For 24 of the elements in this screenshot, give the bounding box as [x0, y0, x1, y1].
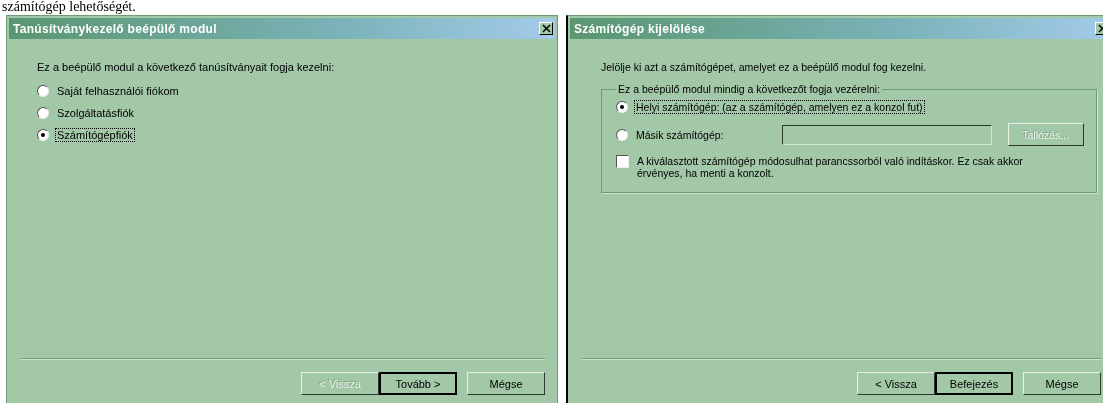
checkbox[interactable] [616, 155, 629, 168]
radio-button[interactable] [616, 128, 628, 141]
wizard-button[interactable]: Mégse [1023, 372, 1101, 395]
radio-button[interactable] [37, 107, 49, 119]
document-caption: számítógép lehetőségét. [1, 0, 137, 15]
window-title: Tanúsítványkezelő beépülő modul [13, 21, 217, 36]
checkbox-label[interactable]: A kiválasztott számítógép módosulhat parancssorból való indításkor. Ez csak akkor érvényes, ha menti a konzolt. [635, 154, 1069, 180]
instruction-text: Jelölje ki azt a számítógépet, amelyet ez a beépülő modul fog kezelni. [601, 61, 928, 73]
option-label[interactable]: Másik számítógép: [634, 127, 726, 142]
radio-button[interactable] [37, 129, 49, 141]
option-label[interactable]: Számítógépfiók [55, 128, 135, 142]
radio-button[interactable] [616, 101, 628, 113]
radio-button[interactable] [37, 85, 49, 97]
close-icon[interactable] [539, 22, 553, 35]
option-label[interactable]: Szolgáltatásfiók [55, 106, 137, 120]
wizard-button[interactable]: < Vissza [857, 372, 935, 395]
wizard-button[interactable]: Tovább > [379, 372, 457, 395]
group-label: Ez a beépülő modul mindig a következőt fogja vezérelni: [617, 83, 882, 95]
instruction-text: Ez a beépülő modul a következő tanúsítványait fogja kezelni: [37, 61, 336, 73]
option-label[interactable]: Helyi számítógép: (az a számítógép, amelyen ez a konzol fut) [634, 100, 925, 114]
option-label[interactable]: Saját felhasználói fiókom [55, 84, 181, 98]
window-title: Számítógép kijelölése [574, 21, 705, 36]
wizard-button[interactable]: Mégse [467, 372, 545, 395]
wizard-button[interactable]: Befejezés [935, 372, 1013, 395]
